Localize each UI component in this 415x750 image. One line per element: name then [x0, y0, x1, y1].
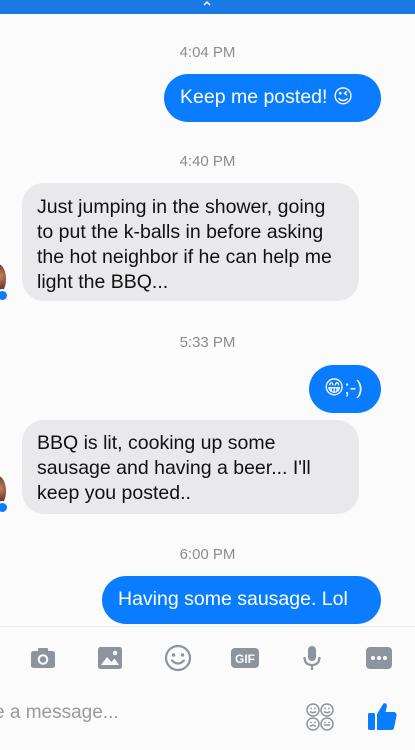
gif-label: GIF — [235, 652, 255, 666]
message-thread[interactable]: 4:04 PM Keep me posted! 😉 4:40 PM Just j… — [0, 14, 415, 626]
message-bubble-incoming[interactable]: BBQ is lit, cooking up some sausage and … — [22, 420, 359, 514]
more-icon[interactable] — [364, 643, 394, 673]
message-text: BBQ is lit, cooking up some sausage and … — [37, 432, 311, 504]
timestamp: 4:04 PM — [179, 44, 236, 61]
message-text: ;-) — [344, 377, 363, 399]
message-bubble-outgoing[interactable]: Having some sausage. Lol — [102, 576, 381, 624]
message-input[interactable] — [0, 698, 284, 728]
active-status-dot — [0, 289, 9, 302]
message-bubble-outgoing[interactable]: Keep me posted! 😉 — [164, 74, 381, 122]
emoji-keyboard-icon[interactable] — [305, 702, 335, 732]
composer-bar — [0, 690, 415, 750]
top-app-bar — [0, 0, 415, 14]
timestamp: 6:00 PM — [179, 546, 236, 563]
timestamp: 5:33 PM — [179, 334, 236, 351]
gif-icon[interactable]: GIF — [230, 643, 260, 673]
microphone-icon[interactable] — [297, 643, 327, 673]
message-text: Having some sausage. Lol — [118, 588, 348, 610]
active-status-dot — [0, 501, 9, 514]
message-text: Keep me posted! — [180, 86, 328, 108]
camera-icon[interactable] — [28, 643, 58, 673]
composer-toolbar: GIF — [0, 626, 415, 689]
thumbs-up-icon[interactable] — [364, 698, 400, 734]
message-bubble-outgoing[interactable]: 😁;-) — [309, 365, 381, 413]
message-bubble-incoming[interactable]: Just jumping in the shower, going to put… — [22, 183, 359, 301]
emoji-icon[interactable] — [163, 643, 193, 673]
timestamp: 4:40 PM — [179, 153, 236, 170]
message-text: Just jumping in the shower, going to put… — [37, 196, 332, 293]
wink-emoji-icon: 😉 — [332, 86, 354, 108]
image-icon[interactable] — [95, 643, 125, 673]
grin-emoji-icon: 😁 — [324, 377, 345, 399]
chevron-up-icon — [203, 0, 211, 6]
